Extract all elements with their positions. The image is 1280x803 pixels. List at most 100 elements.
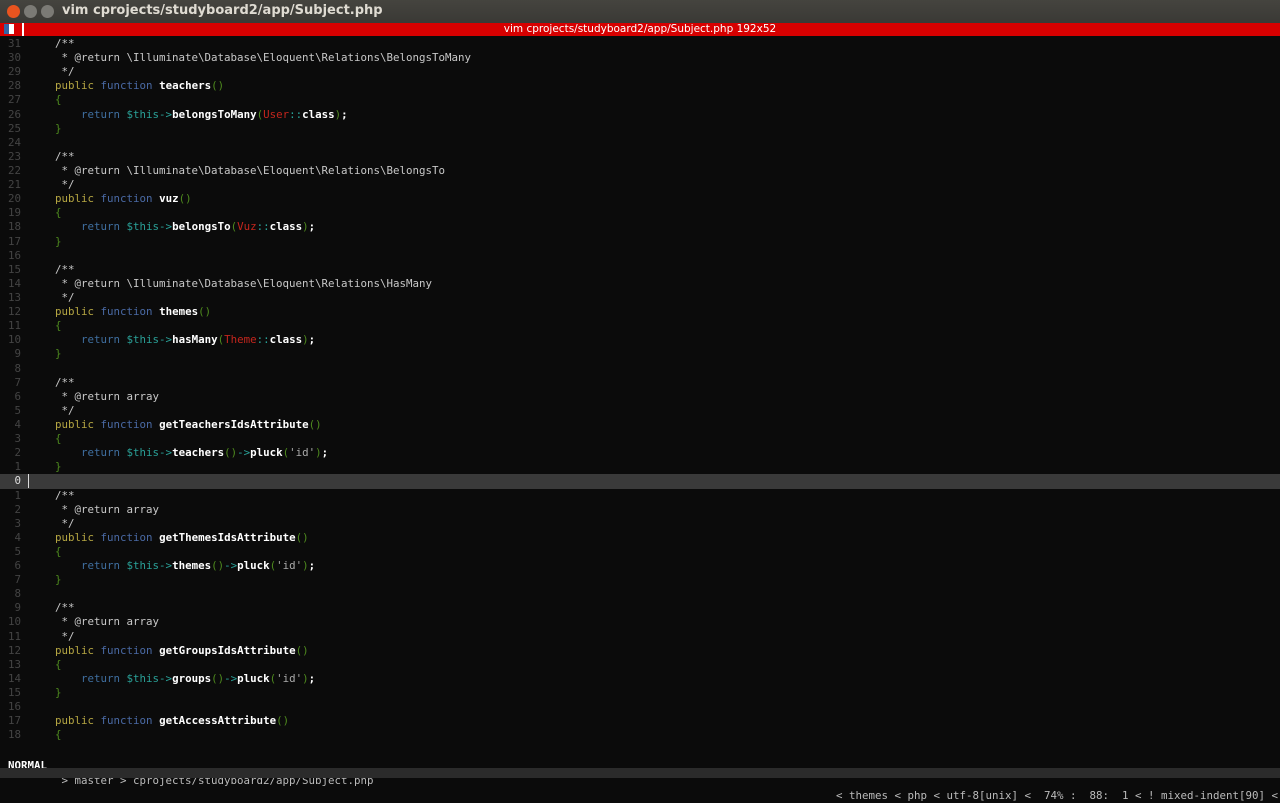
code-line[interactable]: 20 public function vuz(): [0, 192, 1280, 206]
code-line[interactable]: 3 {: [0, 432, 1280, 446]
code-token: ;: [308, 559, 316, 573]
code-line[interactable]: 11 */: [0, 630, 1280, 644]
line-number: 12: [7, 643, 21, 657]
code-line[interactable]: 24: [0, 136, 1280, 150]
code-line[interactable]: 13 */: [0, 291, 1280, 305]
code-line[interactable]: 4 public function getTeachersIdsAttribut…: [0, 418, 1280, 432]
code-line[interactable]: 7 }: [0, 573, 1280, 587]
line-text: return $this->belongsTo(Vuz::class);: [29, 220, 315, 234]
code-token: public: [55, 305, 95, 319]
current-line[interactable]: 0: [0, 474, 1280, 489]
line-number: 2: [14, 502, 21, 516]
code-token: $this->: [126, 446, 173, 460]
code-line[interactable]: 8: [0, 362, 1280, 376]
line-text: {: [29, 93, 62, 107]
code-line[interactable]: 16: [0, 700, 1280, 714]
code-line[interactable]: 14 * @return \Illuminate\Database\Eloque…: [0, 277, 1280, 291]
code-token: ->: [237, 446, 251, 460]
code-token: public: [55, 417, 95, 431]
code-line[interactable]: 30 * @return \Illuminate\Database\Eloque…: [0, 51, 1280, 65]
line-text: public function teachers(): [29, 79, 224, 93]
code-line[interactable]: 2 * @return array: [0, 503, 1280, 517]
code-line[interactable]: 5 {: [0, 545, 1280, 559]
code-line[interactable]: 17 public function getAccessAttribute(): [0, 714, 1280, 728]
code-token: /**: [29, 262, 75, 276]
code-line[interactable]: 18 {: [0, 728, 1280, 742]
code-line[interactable]: 1 }: [0, 460, 1280, 474]
code-editor[interactable]: 31 /** 30 * @return \Illuminate\Database\…: [0, 37, 1280, 742]
code-line[interactable]: 10 return $this->hasMany(Theme::class);: [0, 333, 1280, 347]
code-line[interactable]: 31 /**: [0, 37, 1280, 51]
code-line[interactable]: 26 return $this->belongsToMany(User::cla…: [0, 108, 1280, 122]
code-line[interactable]: 22 * @return \Illuminate\Database\Eloque…: [0, 164, 1280, 178]
line-text: return $this->teachers()->pluck('id');: [29, 446, 328, 460]
vim-statusline: NORMAL > master > cprojects/studyboard2/…: [0, 743, 1280, 802]
code-line[interactable]: 8: [0, 587, 1280, 601]
code-token: {: [29, 432, 62, 446]
code-line[interactable]: 4 public function getThemesIdsAttribute(…: [0, 531, 1280, 545]
line-number: 17: [7, 714, 21, 728]
code-line[interactable]: 13 {: [0, 658, 1280, 672]
code-line[interactable]: 3 */: [0, 517, 1280, 531]
line-text: }: [29, 347, 62, 361]
line-number: 30: [7, 51, 21, 65]
code-line[interactable]: 5 */: [0, 404, 1280, 418]
code-line[interactable]: 1 /**: [0, 489, 1280, 503]
tmux-separator: [22, 23, 24, 36]
code-line[interactable]: 19 {: [0, 206, 1280, 220]
code-token: {: [29, 728, 62, 742]
line-number: 11: [7, 319, 21, 333]
code-line[interactable]: 23 /**: [0, 150, 1280, 164]
line-number: 10: [7, 615, 21, 629]
line-text: public function themes(): [29, 305, 211, 319]
code-token: */: [29, 290, 75, 304]
code-token: pluck: [250, 446, 283, 460]
code-token: ::: [256, 333, 270, 347]
code-line[interactable]: 27 {: [0, 93, 1280, 107]
code-line[interactable]: 25 }: [0, 122, 1280, 136]
code-line[interactable]: 28 public function teachers(): [0, 79, 1280, 93]
line-number: 8: [14, 587, 21, 601]
code-token: 'id': [276, 559, 303, 573]
line-number: 5: [14, 403, 21, 417]
line-text: /**: [29, 376, 75, 390]
code-line[interactable]: 2 return $this->teachers()->pluck('id');: [0, 446, 1280, 460]
code-token: class: [269, 333, 303, 347]
line-number: 0: [14, 474, 21, 488]
code-line[interactable]: 6 return $this->themes()->pluck('id');: [0, 559, 1280, 573]
code-token: {: [29, 319, 62, 333]
code-line[interactable]: 10 * @return array: [0, 615, 1280, 629]
code-line[interactable]: 12 public function themes(): [0, 305, 1280, 319]
line-text: }: [29, 460, 62, 474]
line-text: public function getGroupsIdsAttribute(): [29, 644, 309, 658]
maximize-window-button[interactable]: [41, 5, 54, 18]
code-token: }: [29, 347, 62, 361]
code-line[interactable]: 11 {: [0, 319, 1280, 333]
code-line[interactable]: 21 */: [0, 178, 1280, 192]
code-line[interactable]: 14 return $this->groups()->pluck('id');: [0, 672, 1280, 686]
code-line[interactable]: 16: [0, 249, 1280, 263]
code-token: User: [263, 107, 290, 121]
code-line[interactable]: 6 * @return array: [0, 390, 1280, 404]
line-text: * @return array: [29, 615, 160, 629]
code-token: teachers: [172, 446, 225, 460]
code-line[interactable]: 29 */: [0, 65, 1280, 79]
code-token: * @return \Illuminate\Database\Eloquent\…: [29, 51, 472, 65]
line-number: 12: [7, 305, 21, 319]
line-number: 23: [7, 149, 21, 163]
line-number: 11: [7, 629, 21, 643]
code-token: (): [224, 446, 238, 460]
code-line[interactable]: 15 /**: [0, 263, 1280, 277]
code-line[interactable]: 17 }: [0, 235, 1280, 249]
code-line[interactable]: 15 }: [0, 686, 1280, 700]
close-window-button[interactable]: [7, 5, 20, 18]
code-line[interactable]: 7 /**: [0, 376, 1280, 390]
code-line[interactable]: 18 return $this->belongsTo(Vuz::class);: [0, 220, 1280, 234]
code-line[interactable]: 9 }: [0, 347, 1280, 361]
code-line[interactable]: 9 /**: [0, 601, 1280, 615]
minimize-window-button[interactable]: [24, 5, 37, 18]
code-line[interactable]: 12 public function getGroupsIdsAttribute…: [0, 644, 1280, 658]
